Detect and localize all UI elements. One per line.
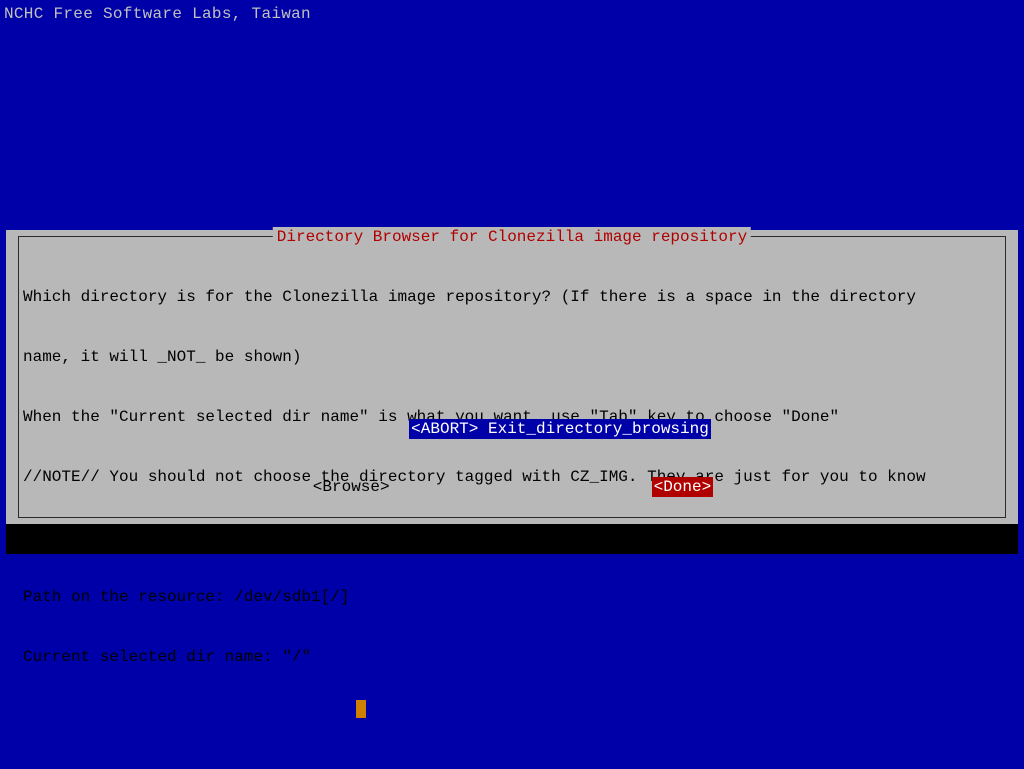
dialog-text-line: Current selected dir name: "/" xyxy=(23,647,1001,667)
menu: <ABORT> Exit_directory_browsing xyxy=(23,399,1001,459)
shadow-bar xyxy=(6,524,1018,554)
header-title: NCHC Free Software Labs, Taiwan xyxy=(4,4,311,24)
menu-item-abort[interactable]: <ABORT> Exit_directory_browsing xyxy=(409,419,711,439)
dialog-text-line: Which directory is for the Clonezilla im… xyxy=(23,287,1001,307)
dialog: Directory Browser for Clonezilla image r… xyxy=(6,230,1018,524)
dialog-border: Directory Browser for Clonezilla image r… xyxy=(18,236,1006,518)
dialog-text-line: Path on the resource: /dev/sdb1[/] xyxy=(23,587,1001,607)
button-row: <Browse> <Done> xyxy=(23,477,1001,497)
text-cursor xyxy=(356,700,366,718)
dialog-title: Directory Browser for Clonezilla image r… xyxy=(273,227,751,247)
done-button[interactable]: <Done> xyxy=(652,477,714,497)
browse-button[interactable]: <Browse> xyxy=(311,477,392,497)
dialog-body: Which directory is for the Clonezilla im… xyxy=(23,247,1001,511)
screen: NCHC Free Software Labs, Taiwan Director… xyxy=(0,0,1024,769)
dialog-text-line: name, it will _NOT_ be shown) xyxy=(23,347,1001,367)
